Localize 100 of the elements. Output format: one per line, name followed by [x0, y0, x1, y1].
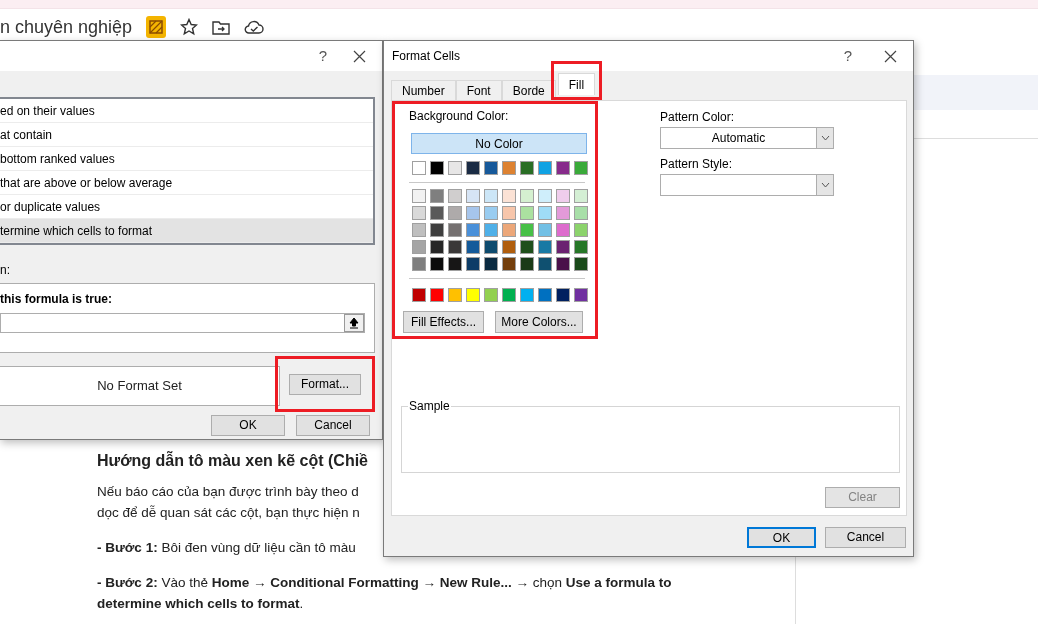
rule-type-item[interactable]: bottom ranked values: [0, 147, 373, 171]
formula-label: this formula is true:: [0, 292, 113, 306]
color-swatch[interactable]: [412, 257, 426, 271]
tab[interactable]: Fill: [557, 73, 596, 95]
page-title: n chuyên nghiệp: [0, 16, 133, 38]
color-swatch[interactable]: [412, 288, 426, 302]
color-swatch[interactable]: [538, 223, 552, 237]
help-button[interactable]: ?: [843, 44, 852, 68]
color-swatch[interactable]: [556, 240, 570, 254]
ok-button[interactable]: OK: [747, 527, 816, 548]
color-swatch[interactable]: [520, 206, 534, 220]
color-swatch[interactable]: [466, 223, 480, 237]
color-swatch[interactable]: [430, 288, 444, 302]
color-swatch[interactable]: [520, 223, 534, 237]
color-swatch[interactable]: [430, 161, 444, 175]
cancel-button[interactable]: Cancel: [296, 415, 370, 436]
color-swatch[interactable]: [574, 161, 588, 175]
color-swatch[interactable]: [520, 161, 534, 175]
color-swatch[interactable]: [448, 161, 462, 175]
color-swatch[interactable]: [484, 240, 498, 254]
color-swatch[interactable]: [448, 257, 462, 271]
collapse-button[interactable]: [344, 314, 364, 332]
star-icon[interactable]: [180, 18, 199, 36]
color-swatch[interactable]: [538, 189, 552, 203]
color-swatch[interactable]: [412, 161, 426, 175]
close-icon[interactable]: [884, 49, 897, 63]
color-swatch[interactable]: [448, 223, 462, 237]
color-swatch[interactable]: [448, 206, 462, 220]
color-swatch[interactable]: [574, 240, 588, 254]
color-swatch[interactable]: [556, 223, 570, 237]
no-color-button[interactable]: No Color: [411, 133, 587, 154]
color-swatch[interactable]: [484, 206, 498, 220]
rule-type-item[interactable]: at contain: [0, 123, 373, 147]
color-swatch[interactable]: [538, 161, 552, 175]
color-swatch[interactable]: [556, 189, 570, 203]
fill-effects-button[interactable]: Fill Effects...: [403, 311, 484, 333]
color-swatch[interactable]: [502, 223, 516, 237]
color-swatch[interactable]: [412, 189, 426, 203]
color-swatch[interactable]: [466, 240, 480, 254]
color-swatch[interactable]: [466, 257, 480, 271]
color-swatch[interactable]: [520, 240, 534, 254]
color-swatch[interactable]: [574, 189, 588, 203]
color-swatch[interactable]: [412, 240, 426, 254]
close-icon[interactable]: [353, 49, 366, 63]
color-swatch[interactable]: [556, 161, 570, 175]
color-swatch[interactable]: [520, 257, 534, 271]
formula-field[interactable]: [0, 313, 365, 333]
color-swatch[interactable]: [574, 223, 588, 237]
pattern-style-dropdown[interactable]: [660, 174, 834, 196]
color-swatch[interactable]: [502, 240, 516, 254]
color-swatch[interactable]: [430, 240, 444, 254]
rule-type-item[interactable]: termine which cells to format: [0, 219, 373, 243]
image-icon[interactable]: [146, 16, 167, 38]
help-button[interactable]: ?: [318, 44, 327, 68]
cancel-button[interactable]: Cancel: [825, 527, 906, 548]
color-swatch[interactable]: [502, 288, 516, 302]
color-swatch[interactable]: [502, 161, 516, 175]
color-swatch[interactable]: [538, 288, 552, 302]
color-swatch[interactable]: [466, 206, 480, 220]
rule-type-item[interactable]: ed on their values: [0, 99, 373, 123]
ok-button[interactable]: OK: [211, 415, 285, 436]
rule-type-item[interactable]: that are above or below average: [0, 171, 373, 195]
color-swatch[interactable]: [466, 161, 480, 175]
color-swatch[interactable]: [484, 223, 498, 237]
color-swatch[interactable]: [430, 189, 444, 203]
color-swatch[interactable]: [484, 161, 498, 175]
pattern-color-dropdown[interactable]: Automatic: [660, 127, 834, 149]
folder-icon[interactable]: [212, 19, 231, 35]
color-swatch[interactable]: [484, 189, 498, 203]
color-swatch[interactable]: [502, 206, 516, 220]
color-swatch[interactable]: [448, 189, 462, 203]
color-swatch[interactable]: [556, 288, 570, 302]
color-swatch[interactable]: [484, 257, 498, 271]
color-swatch[interactable]: [502, 257, 516, 271]
color-swatch[interactable]: [574, 206, 588, 220]
color-swatch[interactable]: [556, 257, 570, 271]
color-swatch[interactable]: [466, 189, 480, 203]
color-swatch[interactable]: [448, 288, 462, 302]
color-swatch[interactable]: [430, 206, 444, 220]
color-swatch[interactable]: [466, 288, 480, 302]
color-swatch[interactable]: [538, 257, 552, 271]
cloud-check-icon[interactable]: [244, 19, 265, 35]
more-colors-button[interactable]: More Colors...: [495, 311, 583, 333]
tab[interactable]: Font: [455, 80, 502, 100]
color-swatch[interactable]: [484, 288, 498, 302]
format-button[interactable]: Format...: [289, 373, 361, 395]
color-swatch[interactable]: [538, 206, 552, 220]
color-swatch[interactable]: [520, 288, 534, 302]
color-swatch[interactable]: [556, 206, 570, 220]
color-swatch[interactable]: [502, 189, 516, 203]
color-swatch[interactable]: [430, 257, 444, 271]
color-swatch[interactable]: [448, 240, 462, 254]
color-swatch[interactable]: [520, 189, 534, 203]
color-swatch[interactable]: [538, 240, 552, 254]
color-swatch[interactable]: [430, 223, 444, 237]
color-swatch[interactable]: [574, 288, 588, 302]
tab[interactable]: Number: [391, 80, 456, 100]
color-swatch[interactable]: [574, 257, 588, 271]
color-swatch[interactable]: [412, 206, 426, 220]
color-swatch[interactable]: [412, 223, 426, 237]
